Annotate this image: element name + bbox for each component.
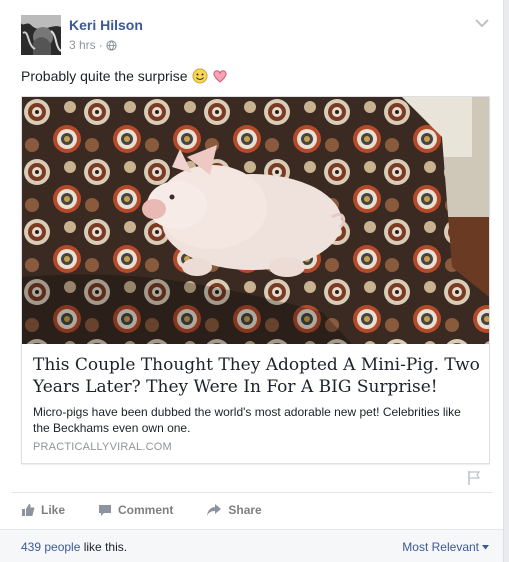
post-meta: 3 hrs · bbox=[69, 38, 117, 52]
actions-divider bbox=[12, 492, 492, 493]
comment-button[interactable]: Comment bbox=[98, 503, 173, 517]
like-button[interactable]: Like bbox=[21, 503, 65, 517]
preview-image[interactable] bbox=[22, 97, 489, 344]
post-status: Probably quite the surprise bbox=[21, 68, 228, 84]
sort-label: Most Relevant bbox=[402, 540, 479, 554]
likes-count-link[interactable]: 439 people bbox=[21, 540, 80, 554]
likes-summary: 439 people like this. bbox=[21, 540, 127, 554]
share-button[interactable]: Share bbox=[206, 503, 262, 517]
heart-emoji-icon bbox=[212, 70, 227, 83]
share-label: Share bbox=[228, 503, 262, 517]
caret-down-icon bbox=[482, 544, 489, 549]
like-label: Like bbox=[41, 503, 66, 517]
comment-label: Comment bbox=[118, 503, 174, 517]
link-preview[interactable]: This Couple Thought They Adopted A Mini-… bbox=[21, 96, 490, 464]
preview-description: Micro-pigs have been dubbed the world's … bbox=[33, 405, 461, 435]
preview-headline[interactable]: This Couple Thought They Adopted A Mini-… bbox=[33, 354, 483, 398]
preview-domain: PRACTICALLYVIRAL.COM bbox=[33, 441, 172, 453]
post-timestamp[interactable]: 3 hrs bbox=[69, 38, 96, 52]
chevron-down-icon[interactable] bbox=[473, 14, 491, 32]
status-text: Probably quite the surprise bbox=[21, 68, 188, 84]
author-name[interactable]: Keri Hilson bbox=[69, 17, 143, 33]
share-arrow-icon bbox=[207, 504, 222, 516]
post-footer: 439 people like this. Most Relevant bbox=[0, 529, 503, 562]
comment-icon bbox=[99, 505, 112, 516]
post-card: Keri Hilson 3 hrs · Probably quite the s… bbox=[0, 0, 504, 562]
meta-separator: · bbox=[98, 38, 103, 52]
sort-dropdown[interactable]: Most Relevant bbox=[402, 540, 489, 554]
thumbs-up-icon bbox=[22, 504, 35, 516]
smile-emoji-icon bbox=[192, 68, 208, 84]
author-avatar[interactable] bbox=[21, 15, 61, 55]
action-bar: Like Comment Share bbox=[21, 500, 262, 520]
flag-icon[interactable] bbox=[467, 470, 481, 486]
likes-suffix: like this. bbox=[80, 540, 128, 554]
globe-icon bbox=[106, 39, 117, 51]
